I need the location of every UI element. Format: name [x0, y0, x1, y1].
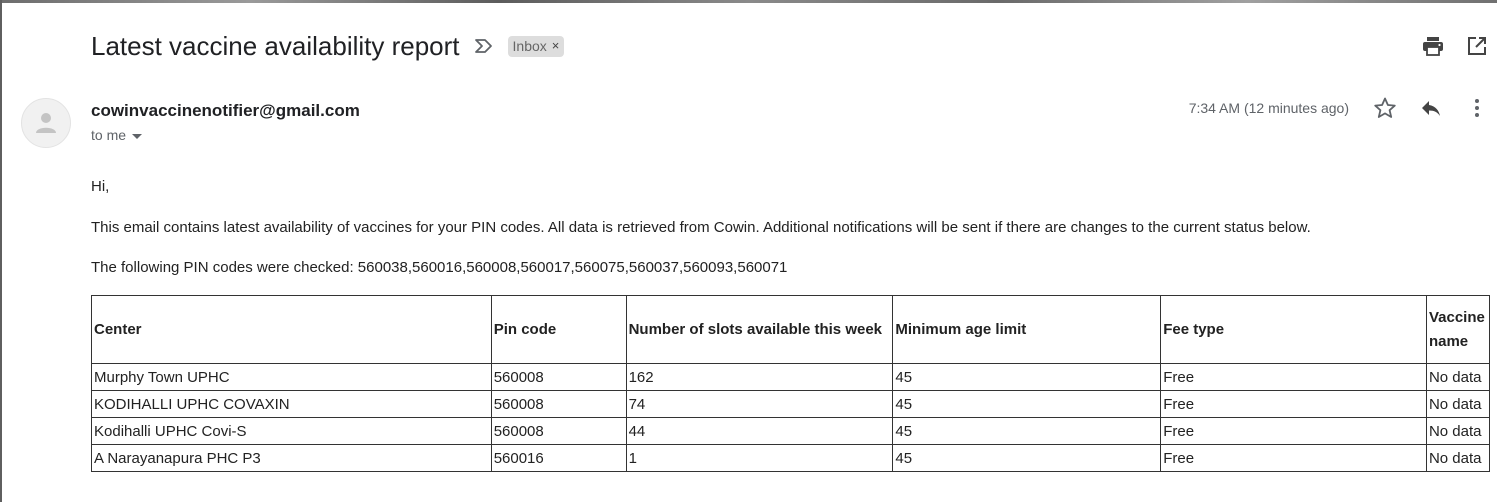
default-avatar-icon [36, 113, 56, 133]
cell-slots: 74 [625, 390, 894, 418]
cell-fee-type: Free [1160, 444, 1427, 472]
table-row: KODIHALLI UPHC COVAXIN 560008 74 45 Free… [91, 390, 1491, 418]
greeting-text: Hi, [91, 178, 110, 195]
message-actions [1373, 96, 1489, 120]
cell-slots: 44 [625, 417, 894, 445]
thread-actions [1421, 34, 1489, 58]
cell-vaccine-name: No data [1425, 363, 1491, 391]
table-row: A Narayanapura PHC P3 560016 1 45 Free N… [91, 444, 1491, 472]
cell-center: Murphy Town UPHC [91, 363, 492, 391]
cell-slots: 162 [625, 363, 894, 391]
cell-min-age: 45 [892, 390, 1162, 418]
column-header-min-age: Minimum age limit [892, 295, 1162, 364]
more-vert-icon[interactable] [1465, 96, 1489, 120]
reply-icon[interactable] [1419, 96, 1443, 120]
importance-marker-icon[interactable] [474, 35, 496, 57]
cell-center: Kodihalli UPHC Covi-S [91, 417, 492, 445]
cell-fee-type: Free [1160, 363, 1427, 391]
window-left-edge [0, 0, 2, 502]
email-subject: Latest vaccine availability report [91, 30, 460, 61]
cell-vaccine-name: No data [1425, 417, 1491, 445]
print-icon[interactable] [1421, 34, 1445, 58]
column-header-pin-code: Pin code [490, 295, 627, 364]
inbox-label-chip[interactable]: Inbox × [507, 35, 565, 57]
sender-address[interactable]: cowinvaccinenotifier@gmail.com [91, 101, 360, 121]
pin-codes-text: The following PIN codes were checked: 56… [91, 259, 788, 276]
cell-slots: 1 [625, 444, 894, 472]
recipient-text: to me [91, 127, 127, 143]
column-header-slots: Number of slots available this week [625, 295, 894, 364]
cell-fee-type: Free [1160, 390, 1427, 418]
open-in-new-window-icon[interactable] [1465, 34, 1489, 58]
cell-vaccine-name: No data [1425, 444, 1491, 472]
message-timestamp: 7:34 AM (12 minutes ago) [1188, 100, 1349, 116]
column-header-vaccine-name: Vaccine name [1425, 295, 1491, 364]
intro-text: This email contains latest availability … [91, 219, 1311, 236]
cell-center: KODIHALLI UPHC COVAXIN [91, 390, 492, 418]
message-meta: 7:34 AM (12 minutes ago) [1189, 96, 1489, 120]
cell-pin-code: 560016 [490, 444, 627, 472]
cell-fee-type: Free [1160, 417, 1427, 445]
cell-pin-code: 560008 [490, 390, 627, 418]
label-text: Inbox [512, 37, 547, 54]
star-icon[interactable] [1373, 96, 1397, 120]
remove-label-icon[interactable]: × [552, 39, 560, 52]
vaccine-availability-table: Center Pin code Number of slots availabl… [91, 295, 1491, 472]
subject-row: Latest vaccine availability report Inbox… [91, 30, 565, 62]
table-header-row: Center Pin code Number of slots availabl… [91, 295, 1491, 364]
recipient-line[interactable]: to me [91, 127, 143, 143]
column-header-fee-type: Fee type [1160, 295, 1427, 364]
cell-min-age: 45 [892, 417, 1162, 445]
cell-min-age: 45 [892, 363, 1162, 391]
table-row: Murphy Town UPHC 560008 162 45 Free No d… [91, 363, 1491, 391]
cell-min-age: 45 [892, 444, 1162, 472]
cell-center: A Narayanapura PHC P3 [91, 444, 492, 472]
table-row: Kodihalli UPHC Covi-S 560008 44 45 Free … [91, 417, 1491, 445]
chevron-down-icon[interactable] [132, 133, 143, 139]
cell-pin-code: 560008 [490, 417, 627, 445]
window-top-edge [0, 0, 1497, 3]
cell-vaccine-name: No data [1425, 390, 1491, 418]
sender-avatar[interactable] [21, 98, 71, 148]
cell-pin-code: 560008 [490, 363, 627, 391]
column-header-center: Center [91, 295, 492, 364]
